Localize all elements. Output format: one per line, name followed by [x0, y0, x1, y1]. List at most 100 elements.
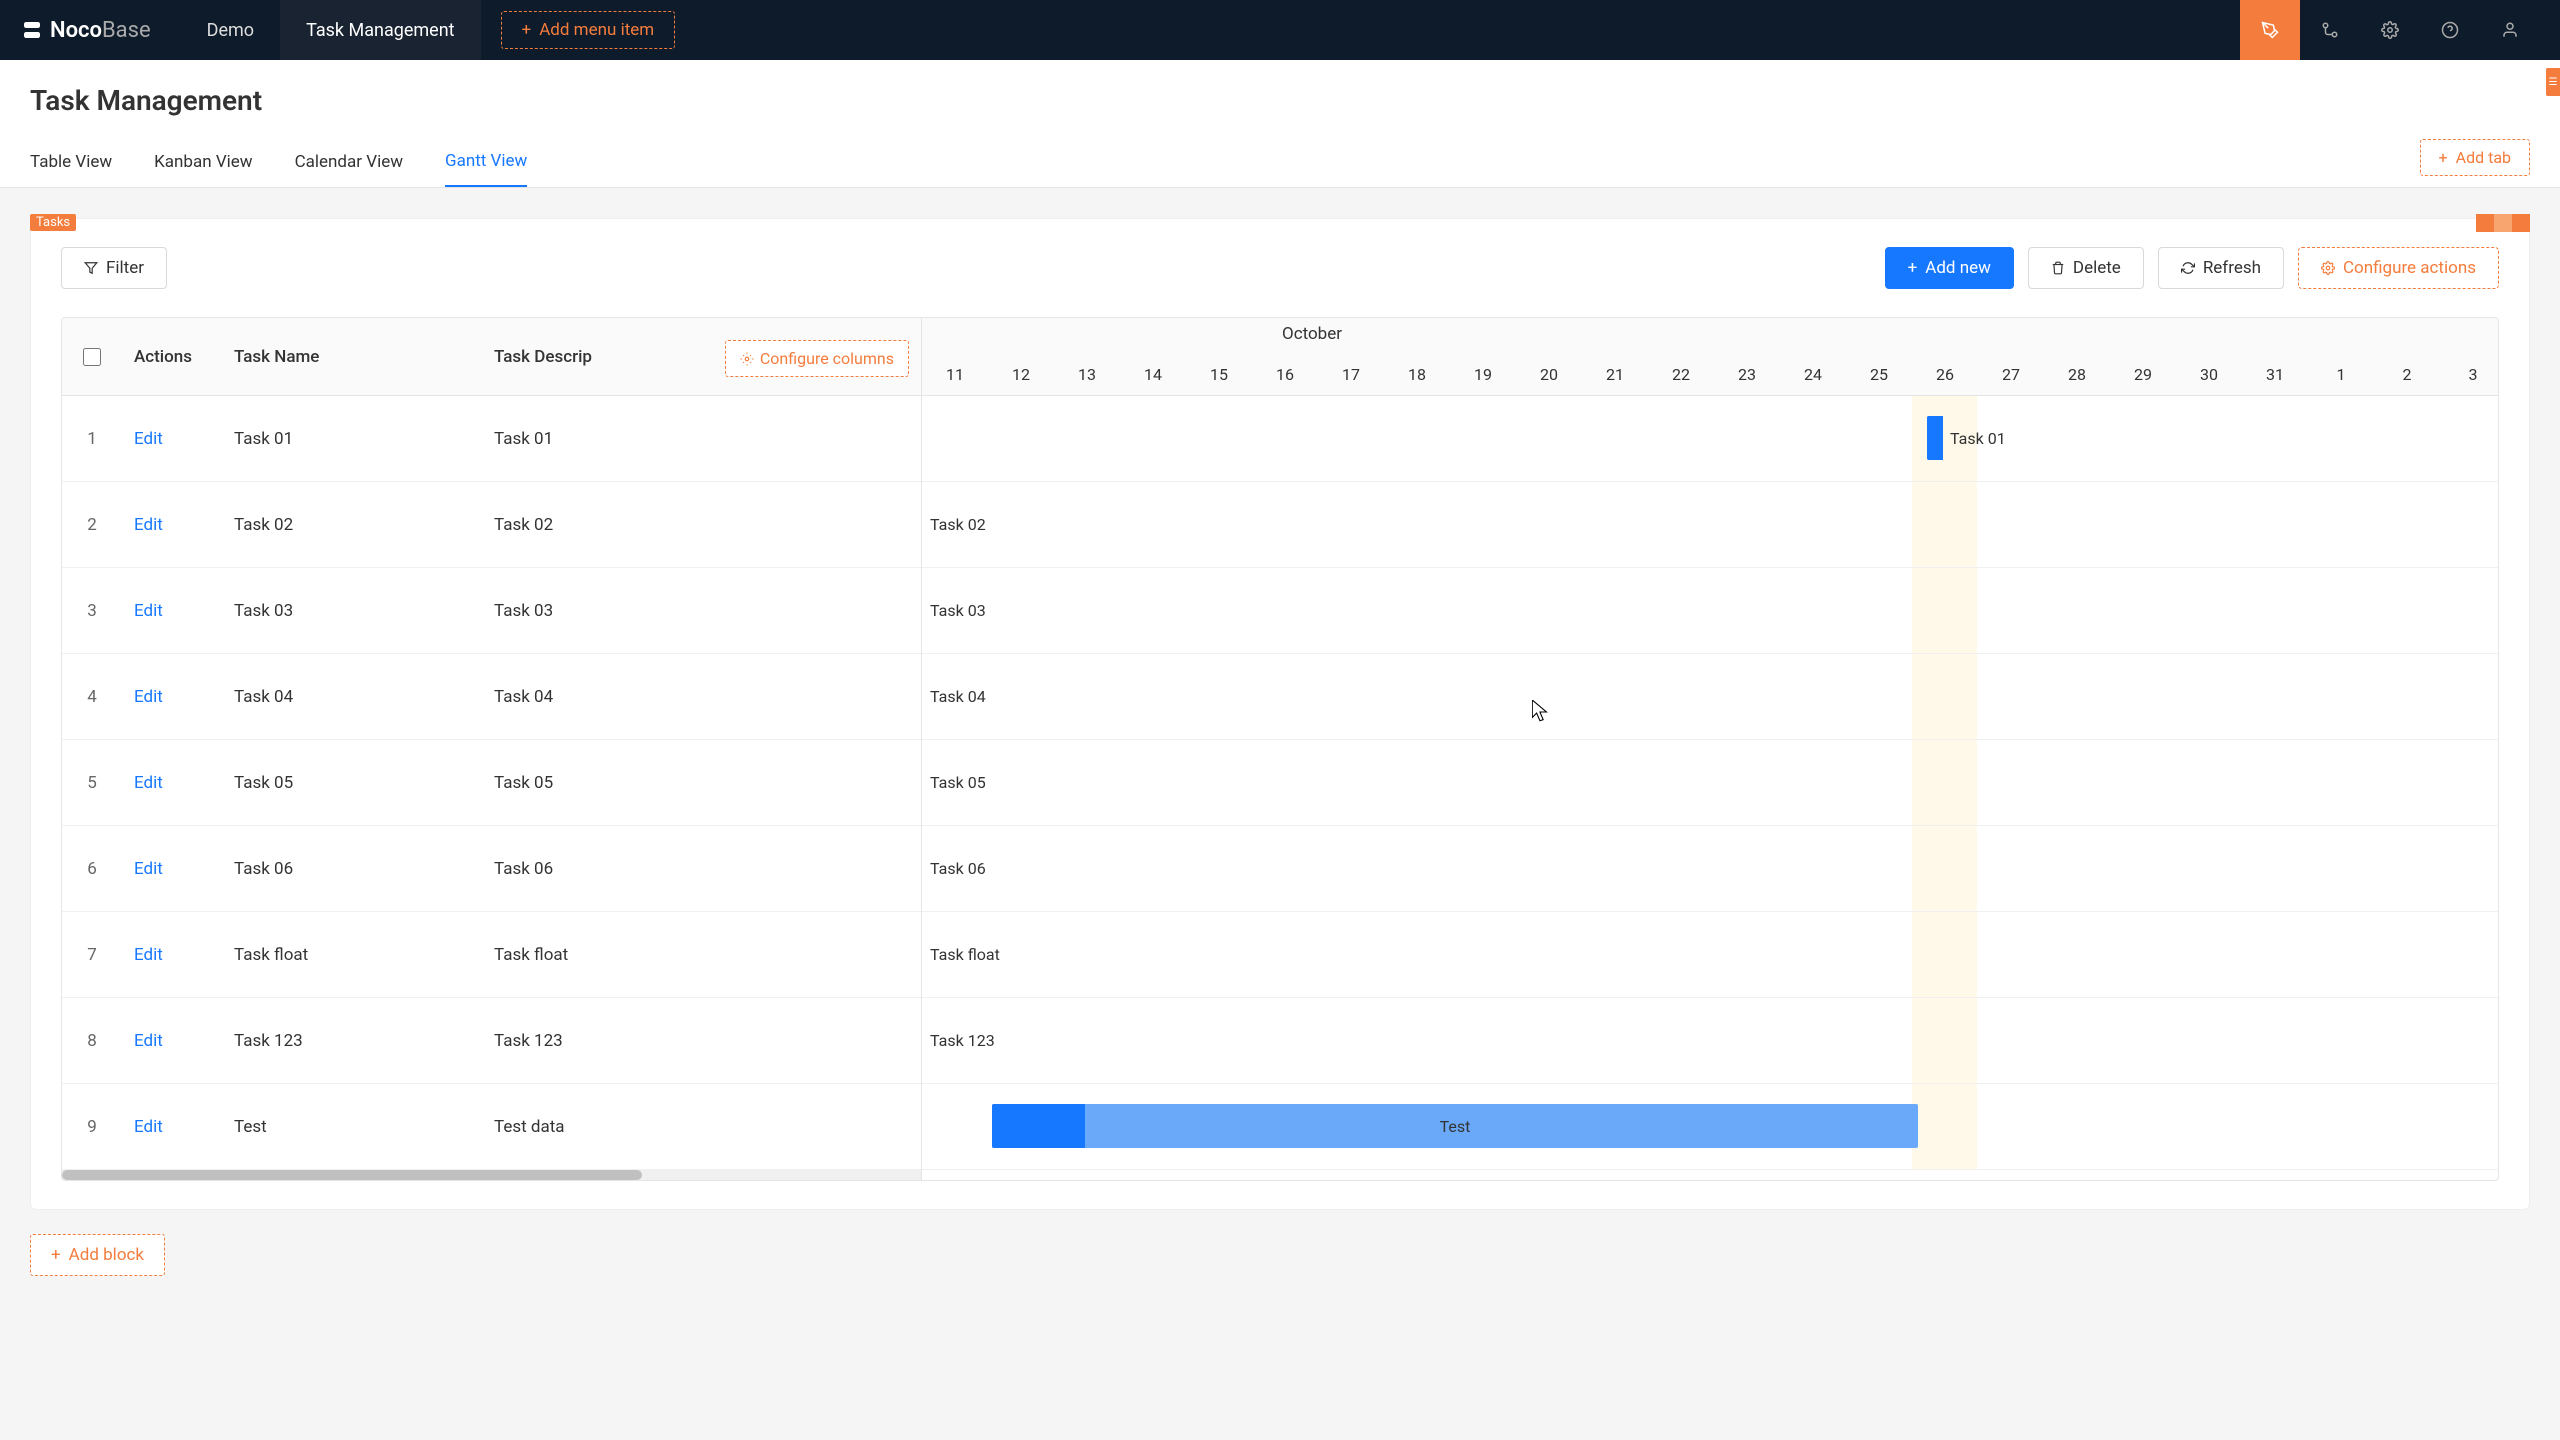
gantt-bar[interactable]: Test	[992, 1104, 1918, 1148]
plus-icon: +	[2439, 148, 2448, 167]
brand-suffix: Base	[102, 18, 151, 43]
refresh-button[interactable]: Refresh	[2158, 247, 2284, 289]
nav-item-task-management[interactable]: Task Management	[280, 0, 480, 60]
table-row[interactable]: 1EditTask 01Task 01	[62, 396, 921, 482]
side-drawer-handle[interactable]: ☰	[2546, 68, 2560, 96]
plugin-icon[interactable]	[2300, 0, 2360, 60]
add-tab-button[interactable]: + Add tab	[2420, 139, 2530, 176]
help-icon[interactable]	[2420, 0, 2480, 60]
row-index: 1	[62, 429, 122, 449]
mouse-cursor	[1532, 700, 1550, 724]
row-index: 7	[62, 945, 122, 965]
row-task-desc: Task 03	[482, 601, 921, 621]
edit-link[interactable]: Edit	[134, 601, 163, 621]
gantt-day: 14	[1120, 352, 1186, 396]
add-new-button[interactable]: + Add new	[1885, 247, 2014, 289]
table-row[interactable]: 6EditTask 06Task 06	[62, 826, 921, 912]
row-task-name: Test	[222, 1117, 482, 1137]
gantt-day: 11	[922, 352, 988, 396]
row-task-name: Task 05	[222, 773, 482, 793]
gantt-bar[interactable]	[1927, 416, 1943, 460]
edit-link[interactable]: Edit	[134, 515, 163, 535]
gear-icon	[2321, 261, 2335, 275]
edit-link[interactable]: Edit	[134, 1031, 163, 1051]
refresh-label: Refresh	[2203, 258, 2261, 278]
row-task-desc: Task 04	[482, 687, 921, 707]
block-corner-handles[interactable]	[2476, 214, 2530, 232]
table-rows: 1EditTask 01Task 012EditTask 02Task 023E…	[62, 396, 921, 1170]
table-row[interactable]: 3EditTask 03Task 03	[62, 568, 921, 654]
gantt-day: 28	[2044, 352, 2110, 396]
row-task-desc: Task 01	[482, 429, 921, 449]
tab-calendar-view[interactable]: Calendar View	[295, 138, 403, 186]
tab-table-view[interactable]: Table View	[30, 138, 112, 186]
add-menu-item-button[interactable]: + Add menu item	[501, 11, 676, 49]
configure-columns-button[interactable]: Configure columns	[725, 340, 909, 377]
gantt-day: 18	[1384, 352, 1450, 396]
gantt-day: 21	[1582, 352, 1648, 396]
gantt-row: Task 05	[922, 740, 2498, 826]
row-task-desc: Task 123	[482, 1031, 921, 1051]
gantt-day: 13	[1054, 352, 1120, 396]
gantt-day: 17	[1318, 352, 1384, 396]
row-index: 8	[62, 1031, 122, 1051]
filter-button[interactable]: Filter	[61, 247, 167, 289]
brand-name: Noco	[50, 18, 102, 43]
table-row[interactable]: 8EditTask 123Task 123	[62, 998, 921, 1084]
row-index: 6	[62, 859, 122, 879]
gantt-block: Filter + Add new Delete Refresh	[30, 218, 2530, 1210]
configure-actions-button[interactable]: Configure actions	[2298, 247, 2499, 289]
edit-link[interactable]: Edit	[134, 859, 163, 879]
table-hscroll[interactable]	[62, 1170, 921, 1180]
gantt-day: 24	[1780, 352, 1846, 396]
gantt-row: Task 02	[922, 482, 2498, 568]
tab-kanban-view[interactable]: Kanban View	[154, 138, 252, 186]
gantt-day: 20	[1516, 352, 1582, 396]
row-actions: Edit	[122, 601, 222, 621]
add-tab-label: Add tab	[2456, 148, 2511, 167]
select-all-checkbox[interactable]	[83, 348, 101, 366]
filter-icon	[84, 261, 98, 275]
edit-link[interactable]: Edit	[134, 773, 163, 793]
configure-columns-label: Configure columns	[760, 349, 894, 368]
gantt-row-label: Task 01	[1950, 429, 2006, 448]
gantt-day: 16	[1252, 352, 1318, 396]
delete-button[interactable]: Delete	[2028, 247, 2144, 289]
add-block-button[interactable]: + Add block	[30, 1234, 165, 1276]
block-wrapper: Tasks Filter + Add new Delete	[30, 218, 2530, 1210]
logo-icon	[20, 18, 44, 42]
row-index: 3	[62, 601, 122, 621]
table-row[interactable]: 9EditTestTest data	[62, 1084, 921, 1170]
tab-gantt-view[interactable]: Gantt View	[445, 137, 527, 187]
nav-item-demo[interactable]: Demo	[181, 0, 280, 60]
gantt-day: 31	[2242, 352, 2308, 396]
add-menu-item-label: Add menu item	[539, 20, 654, 40]
gantt-row-label: Task 123	[930, 1031, 995, 1050]
header-actions: Actions	[122, 347, 222, 367]
gantt-row: Task 123	[922, 998, 2498, 1084]
table-row[interactable]: 4EditTask 04Task 04	[62, 654, 921, 740]
table-row[interactable]: 7EditTask floatTask float	[62, 912, 921, 998]
gantt-bar-label: Test	[1440, 1117, 1471, 1136]
block-tag[interactable]: Tasks	[30, 214, 76, 231]
user-icon[interactable]	[2480, 0, 2540, 60]
gantt-row-label: Task 03	[930, 601, 986, 620]
edit-link[interactable]: Edit	[134, 1117, 163, 1137]
settings-icon[interactable]	[2360, 0, 2420, 60]
delete-label: Delete	[2073, 258, 2121, 278]
gantt-row-label: Task 06	[930, 859, 986, 878]
table-row[interactable]: 2EditTask 02Task 02	[62, 482, 921, 568]
table-row[interactable]: 5EditTask 05Task 05	[62, 740, 921, 826]
gantt-day: 1	[2308, 352, 2374, 396]
edit-link[interactable]: Edit	[134, 687, 163, 707]
design-mode-icon[interactable]	[2240, 0, 2300, 60]
gantt-month-label: October	[1282, 318, 1342, 344]
row-actions: Edit	[122, 1117, 222, 1137]
row-actions: Edit	[122, 515, 222, 535]
gantt-body: Task 01Task 02Task 03Task 04Task 05Task …	[922, 396, 2498, 1170]
edit-link[interactable]: Edit	[134, 429, 163, 449]
gantt-row: Task float	[922, 912, 2498, 998]
hscroll-thumb[interactable]	[62, 1170, 642, 1180]
gantt-row-label: Task 02	[930, 515, 986, 534]
edit-link[interactable]: Edit	[134, 945, 163, 965]
